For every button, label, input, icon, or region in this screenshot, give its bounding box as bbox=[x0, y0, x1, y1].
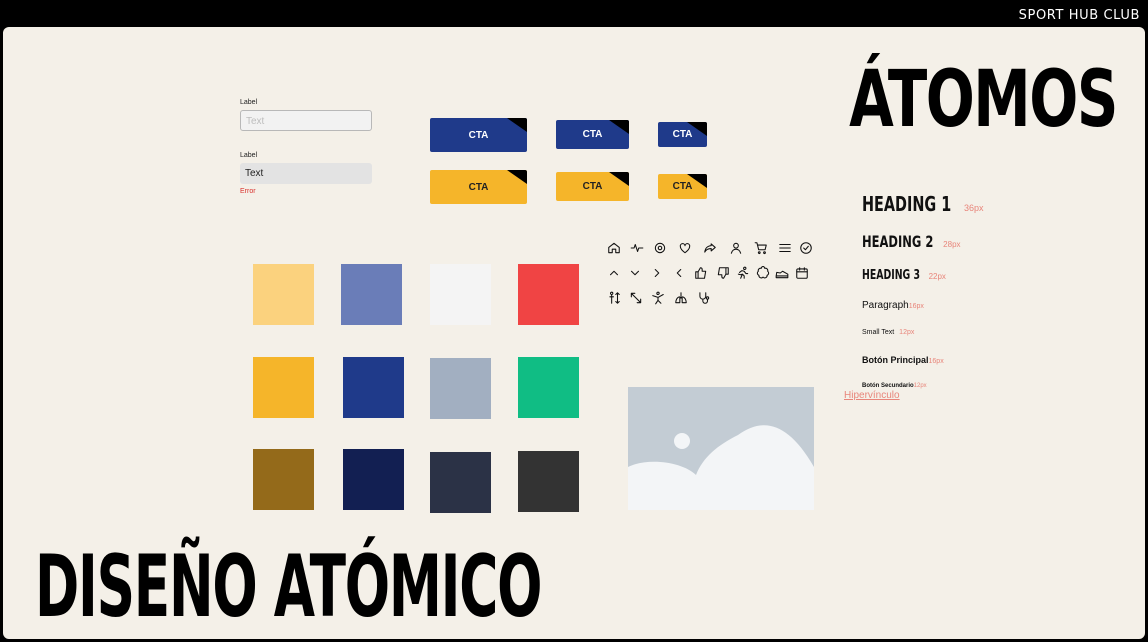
swatch-slate bbox=[430, 452, 491, 513]
brand-name: SPORT HUB CLUB bbox=[1018, 8, 1140, 23]
typography-secondary-button: Botón Secundario12px bbox=[862, 383, 927, 389]
user-icon[interactable] bbox=[728, 240, 744, 256]
check-circle-icon[interactable] bbox=[798, 240, 814, 256]
atoms-canvas: ÁTOMOS DISEÑO ATÓMICO Label Text Label T… bbox=[3, 27, 1145, 639]
cart-icon[interactable] bbox=[753, 240, 769, 256]
cta-label: CTA bbox=[468, 129, 489, 141]
cta-secondary-large[interactable]: CTA bbox=[430, 170, 527, 204]
secondary-button-size: 12px bbox=[913, 383, 927, 389]
martial-arts-icon[interactable] bbox=[650, 290, 666, 306]
image-placeholder-icon bbox=[628, 387, 814, 510]
input-label: Label bbox=[240, 99, 258, 106]
swatch-navy bbox=[343, 449, 404, 510]
swatch-red bbox=[518, 264, 579, 325]
calendar-icon[interactable] bbox=[794, 265, 810, 281]
hyperlink-sample[interactable]: Hipervínculo bbox=[844, 390, 900, 401]
running-icon[interactable] bbox=[735, 265, 751, 281]
cta-label: CTA bbox=[468, 181, 489, 193]
text-input-error[interactable]: Text bbox=[240, 163, 372, 184]
share-icon[interactable] bbox=[702, 240, 718, 256]
h1-size: 36px bbox=[963, 203, 984, 213]
cta-corner-mark bbox=[609, 172, 629, 186]
h3-sample: HEADING 3 bbox=[862, 268, 921, 283]
menu-icon[interactable] bbox=[777, 240, 793, 256]
small-sample: Small Text bbox=[862, 329, 895, 336]
typography-h3: HEADING 3 22px bbox=[862, 267, 946, 283]
paragraph-size: 16px bbox=[908, 303, 924, 310]
settings-icon[interactable] bbox=[652, 240, 668, 256]
swatch-charcoal bbox=[518, 451, 579, 512]
shoe-icon[interactable] bbox=[774, 265, 790, 281]
chevron-right-icon[interactable] bbox=[649, 265, 665, 281]
swatch-gray bbox=[430, 358, 491, 419]
h2-sample: HEADING 2 bbox=[862, 232, 934, 251]
cta-corner-mark bbox=[609, 120, 629, 134]
h1-sample: HEADING 1 bbox=[862, 192, 952, 216]
typography-primary-button: Botón Principal16px bbox=[862, 355, 944, 365]
swatch-white bbox=[430, 264, 491, 325]
chevron-up-icon[interactable] bbox=[606, 265, 622, 281]
thumbs-up-icon[interactable] bbox=[693, 265, 709, 281]
input-label-error: Label bbox=[240, 152, 258, 159]
secondary-button-sample: Botón Secundario bbox=[862, 383, 914, 389]
lungs-icon[interactable] bbox=[673, 290, 689, 306]
cta-primary-large[interactable]: CTA bbox=[430, 118, 527, 152]
input-error-message: Error bbox=[240, 188, 256, 195]
cta-primary-medium[interactable]: CTA bbox=[556, 120, 629, 149]
typography-small: Small Text 12px bbox=[862, 329, 914, 336]
cta-label: CTA bbox=[582, 129, 603, 140]
cta-corner-mark bbox=[687, 122, 707, 136]
cta-corner-mark bbox=[507, 170, 527, 184]
typography-h2: HEADING 2 28px bbox=[862, 232, 961, 252]
primary-button-sample: Botón Principal bbox=[862, 355, 929, 365]
cta-secondary-medium[interactable]: CTA bbox=[556, 172, 629, 201]
swatch-dark-yellow bbox=[253, 449, 314, 510]
swatch-light-blue bbox=[341, 264, 402, 325]
image-placeholder bbox=[628, 387, 814, 510]
small-size: 12px bbox=[899, 329, 915, 336]
heart-icon[interactable] bbox=[677, 240, 693, 256]
cta-secondary-small[interactable]: CTA bbox=[658, 174, 707, 199]
cta-corner-mark bbox=[687, 174, 707, 188]
chevron-down-icon[interactable] bbox=[627, 265, 643, 281]
cta-corner-mark bbox=[507, 118, 527, 132]
height-icon[interactable] bbox=[606, 290, 622, 306]
brain-icon[interactable] bbox=[755, 265, 771, 281]
chevron-left-icon[interactable] bbox=[671, 265, 687, 281]
typography-paragraph: Paragraph16px bbox=[862, 300, 924, 311]
h3-size: 22px bbox=[928, 272, 946, 281]
swatch-light-yellow bbox=[253, 264, 314, 325]
activity-icon[interactable] bbox=[629, 240, 645, 256]
swatch-blue bbox=[343, 357, 404, 418]
text-input[interactable]: Text bbox=[240, 110, 372, 131]
stethoscope-icon[interactable] bbox=[696, 290, 712, 306]
home-icon[interactable] bbox=[606, 240, 622, 256]
primary-button-size: 16px bbox=[928, 358, 944, 365]
section-title: ÁTOMOS bbox=[849, 55, 1118, 145]
swatch-green bbox=[518, 357, 579, 418]
page-title: DISEÑO ATÓMICO bbox=[35, 537, 542, 637]
thumbs-down-icon[interactable] bbox=[715, 265, 731, 281]
expand-icon[interactable] bbox=[628, 290, 644, 306]
swatch-yellow bbox=[253, 357, 314, 418]
typography-h1: HEADING 1 36px bbox=[862, 192, 984, 217]
cta-label: CTA bbox=[582, 181, 603, 192]
cta-primary-small[interactable]: CTA bbox=[658, 122, 707, 147]
h2-size: 28px bbox=[943, 240, 961, 249]
paragraph-sample: Paragraph bbox=[862, 300, 909, 311]
